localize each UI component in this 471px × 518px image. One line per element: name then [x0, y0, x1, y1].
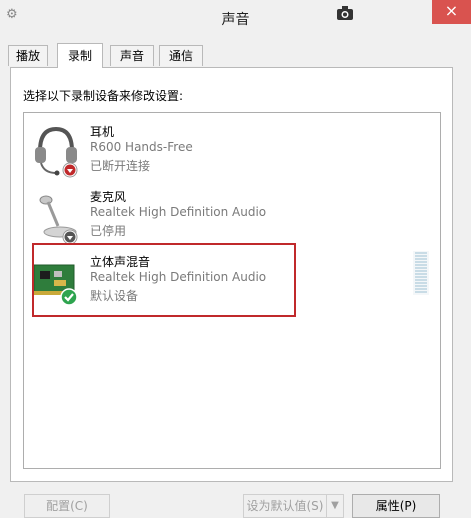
device-status: 已断开连接	[90, 159, 151, 173]
list-item-headset[interactable]: 耳机 R600 Hands-Free 已断开连接	[24, 119, 440, 185]
device-status: 已停用	[90, 224, 127, 238]
tab-communications[interactable]: 通信	[159, 45, 203, 66]
set-default-dropdown[interactable]: ▼	[326, 494, 344, 518]
highlight-annotation	[32, 243, 296, 317]
close-button[interactable]: ×	[432, 0, 471, 24]
set-default-button[interactable]: 设为默认值(S)	[243, 494, 327, 518]
microphone-icon	[39, 195, 78, 244]
device-description: R600 Hands-Free	[90, 140, 193, 154]
device-name: 耳机	[90, 125, 115, 139]
disconnected-badge	[62, 162, 78, 178]
window-title: 声音	[221, 12, 250, 28]
device-description: Realtek High Definition Audio	[90, 205, 267, 219]
configure-button[interactable]: 配置(C)	[24, 494, 110, 518]
properties-button[interactable]: 属性(P)	[352, 494, 440, 518]
camera-icon[interactable]	[336, 5, 354, 21]
tab-sounds[interactable]: 声音	[110, 45, 154, 66]
disabled-badge	[62, 229, 78, 244]
tab-playback[interactable]: 播放	[8, 45, 48, 66]
device-name: 麦克风	[90, 190, 127, 204]
level-meter	[413, 251, 429, 295]
headset-icon	[35, 126, 78, 178]
list-item-microphone[interactable]: 麦克风 Realtek High Definition Audio 已停用	[24, 184, 440, 250]
tab-recording[interactable]: 录制	[57, 43, 103, 68]
instruction-text: 选择以下录制设备来修改设置:	[23, 89, 184, 103]
title-bar: ⚙ 声音 ×	[0, 0, 471, 36]
